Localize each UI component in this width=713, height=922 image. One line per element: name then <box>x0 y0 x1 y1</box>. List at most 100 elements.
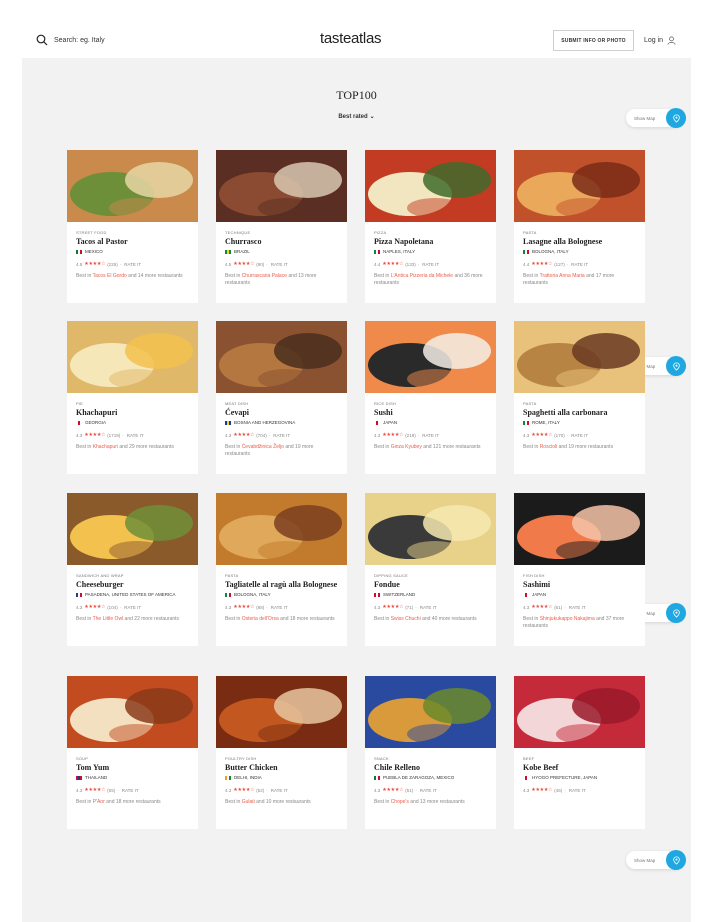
restaurant-link[interactable]: P'Aor <box>93 799 105 805</box>
dish-location[interactable]: JAPAN <box>523 592 637 598</box>
rate-it-link[interactable]: RATE IT <box>271 788 288 793</box>
restaurant-link[interactable]: Ćevabdžinica Željo <box>242 444 284 450</box>
dish-card[interactable]: PASTA Lasagne alla Bolognese BOLOGNA, IT… <box>514 150 645 303</box>
dish-card[interactable]: PIZZA Pizza Napoletana NAPLES, ITALY 4.4… <box>365 150 496 303</box>
restaurant-link[interactable]: Tacos El Gordo <box>93 273 127 279</box>
dish-card[interactable]: RICE DISH Sushi JAPAN 4.3 ★★★★☆ (219) · RATE… <box>365 321 496 474</box>
rate-it-link[interactable]: RATE IT <box>122 788 139 793</box>
rate-it-link[interactable]: RATE IT <box>569 605 586 610</box>
rate-it-link[interactable]: RATE IT <box>124 262 141 267</box>
dish-name[interactable]: Kobe Beef <box>523 763 637 772</box>
dish-card[interactable]: PIE Khachapuri GEORGIA 4.3 ★★★★☆ (1719) · RA… <box>67 321 198 474</box>
dish-photo[interactable] <box>67 493 198 565</box>
restaurant-link[interactable]: Swiss Chuchi <box>391 616 421 622</box>
dish-location[interactable]: NAPLES, ITALY <box>374 249 488 255</box>
rate-it-link[interactable]: RATE IT <box>271 262 288 267</box>
dish-card[interactable]: BEEF Kobe Beef HYOGO PREFECTURE, JAPAN 4… <box>514 676 645 829</box>
dish-card[interactable]: SOUP Tom Yum THAILAND 4.3 ★★★★☆ (55) · RATE … <box>67 676 198 829</box>
dish-card[interactable]: PASTA Tagliatelle al ragù alla Bolognese… <box>216 493 347 646</box>
dish-card[interactable]: MEAT DISH Ćevapi BOSNIA AND HERZEGOVINA … <box>216 321 347 474</box>
dish-card[interactable]: SANDWICH AND WRAP Cheeseburger PASADENA,… <box>67 493 198 646</box>
dish-name[interactable]: Fondue <box>374 580 488 589</box>
dish-name[interactable]: Sushi <box>374 408 488 417</box>
dish-photo[interactable] <box>514 676 645 748</box>
dish-photo[interactable] <box>365 493 496 565</box>
dish-name[interactable]: Ćevapi <box>225 408 339 417</box>
restaurant-link[interactable]: Chope's <box>391 799 409 805</box>
show-map-button[interactable]: Show Map <box>626 850 686 870</box>
login-link[interactable]: Log in <box>644 36 676 45</box>
dish-location[interactable]: ROME, ITALY <box>523 420 637 426</box>
dish-location[interactable]: MEXICO <box>76 249 190 255</box>
dish-photo[interactable] <box>514 150 645 222</box>
dish-location[interactable]: THAILAND <box>76 775 190 781</box>
dish-location[interactable]: GEORGIA <box>76 420 190 426</box>
dish-location[interactable]: BOLOGNA, ITALY <box>523 249 637 255</box>
submit-info-button[interactable]: SUBMIT INFO OR PHOTO <box>553 30 634 51</box>
dish-photo[interactable] <box>365 150 496 222</box>
search-box[interactable]: Search: eg. Italy <box>36 34 105 46</box>
dish-name[interactable]: Chile Relleno <box>374 763 488 772</box>
dish-name[interactable]: Tom Yum <box>76 763 190 772</box>
restaurant-link[interactable]: Churrascaria Palace <box>242 273 287 279</box>
rate-it-link[interactable]: RATE IT <box>569 788 586 793</box>
dish-card[interactable]: POULTRY DISH Butter Chicken DELHI, INDIA… <box>216 676 347 829</box>
dish-photo[interactable] <box>67 676 198 748</box>
restaurant-link[interactable]: Osteria dell'Orsa <box>242 616 279 622</box>
dish-card[interactable]: PASTA Spaghetti alla carbonara ROME, ITA… <box>514 321 645 474</box>
dish-location[interactable]: BOSNIA AND HERZEGOVINA <box>225 420 339 426</box>
dish-photo[interactable] <box>216 321 347 393</box>
dish-location[interactable]: HYOGO PREFECTURE, JAPAN <box>523 775 637 781</box>
restaurant-link[interactable]: Khachapuri <box>93 444 118 450</box>
dish-photo[interactable] <box>216 150 347 222</box>
rate-it-link[interactable]: RATE IT <box>420 788 437 793</box>
rate-it-link[interactable]: RATE IT <box>420 605 437 610</box>
show-map-button[interactable]: Show Map <box>626 108 686 128</box>
dish-photo[interactable] <box>365 676 496 748</box>
dish-photo[interactable] <box>365 321 496 393</box>
dish-name[interactable]: Khachapuri <box>76 408 190 417</box>
dish-card[interactable]: TECHNIQUE Churrasco BRAZIL 4.5 ★★★★☆ (90) ·… <box>216 150 347 303</box>
dish-location[interactable]: DELHI, INDIA <box>225 775 339 781</box>
restaurant-link[interactable]: Roscioli <box>540 444 558 450</box>
dish-card[interactable]: DIPPING SAUCE Fondue SWITZERLAND 4.3 ★★★★… <box>365 493 496 646</box>
dish-photo[interactable] <box>514 493 645 565</box>
site-logo[interactable]: tasteatlas <box>320 30 382 47</box>
rate-it-link[interactable]: RATE IT <box>124 605 141 610</box>
dish-card[interactable]: STREET FOOD Tacos al Pastor MEXICO 4.5 ★★… <box>67 150 198 303</box>
dish-location[interactable]: PASADENA, UNITED STATES OF AMERICA <box>76 592 190 598</box>
dish-photo[interactable] <box>216 493 347 565</box>
dish-location[interactable]: SWITZERLAND <box>374 592 488 598</box>
sort-dropdown[interactable]: Best rated ⌄ <box>22 113 691 120</box>
dish-card[interactable]: FISH DISH Sashimi JAPAN 4.3 ★★★★☆ (61) · RAT… <box>514 493 645 646</box>
dish-name[interactable]: Spaghetti alla carbonara <box>523 408 637 417</box>
dish-name[interactable]: Sashimi <box>523 580 637 589</box>
dish-name[interactable]: Tagliatelle al ragù alla Bolognese <box>225 580 339 589</box>
dish-card[interactable]: SNACK Chile Relleno PUEBLA DE ZARAGOZA, … <box>365 676 496 829</box>
rate-it-link[interactable]: RATE IT <box>571 433 588 438</box>
dish-location[interactable]: BOLOGNA, ITALY <box>225 592 339 598</box>
rate-it-link[interactable]: RATE IT <box>422 262 439 267</box>
rate-it-link[interactable]: RATE IT <box>422 433 439 438</box>
dish-photo[interactable] <box>216 676 347 748</box>
dish-location[interactable]: BRAZIL <box>225 249 339 255</box>
restaurant-link[interactable]: The Little Owl <box>93 616 124 622</box>
dish-photo[interactable] <box>67 321 198 393</box>
dish-name[interactable]: Butter Chicken <box>225 763 339 772</box>
restaurant-link[interactable]: Shinjukukappo Nakajima <box>540 616 595 622</box>
dish-photo[interactable] <box>514 321 645 393</box>
dish-name[interactable]: Churrasco <box>225 237 339 246</box>
restaurant-link[interactable]: L'Antica Pizzeria da Michele <box>391 273 453 279</box>
rate-it-link[interactable]: RATE IT <box>571 262 588 267</box>
rate-it-link[interactable]: RATE IT <box>271 605 288 610</box>
rate-it-link[interactable]: RATE IT <box>127 433 144 438</box>
dish-location[interactable]: JAPAN <box>374 420 488 426</box>
restaurant-link[interactable]: Ginza Kyubey <box>391 444 422 450</box>
rate-it-link[interactable]: RATE IT <box>273 433 290 438</box>
restaurant-link[interactable]: Trattoria Anna Maria <box>540 273 585 279</box>
dish-name[interactable]: Tacos al Pastor <box>76 237 190 246</box>
dish-name[interactable]: Cheeseburger <box>76 580 190 589</box>
dish-photo[interactable] <box>67 150 198 222</box>
restaurant-link[interactable]: Gulati <box>242 799 255 805</box>
dish-name[interactable]: Pizza Napoletana <box>374 237 488 246</box>
